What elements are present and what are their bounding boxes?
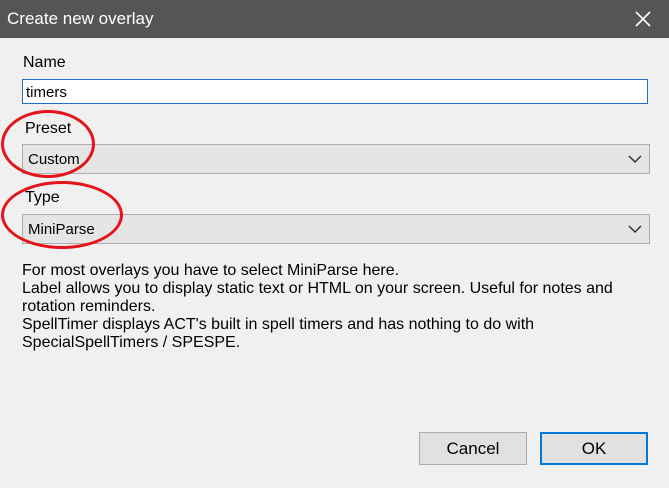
name-label: Name (23, 54, 66, 71)
title-bar: Create new overlay (0, 0, 669, 38)
chevron-down-icon (628, 225, 642, 234)
close-icon[interactable] (630, 6, 656, 32)
help-line: SpellTimer displays ACT's built in spell… (22, 316, 535, 333)
name-input[interactable] (22, 79, 648, 104)
ok-button[interactable]: OK (540, 432, 648, 465)
help-line: Label allows you to display static text … (22, 280, 613, 297)
window-title: Create new overlay (7, 9, 154, 28)
cancel-button[interactable]: Cancel (419, 432, 527, 465)
type-annotation-circle (1, 181, 123, 249)
chevron-down-icon (628, 155, 642, 164)
preset-annotation-circle (1, 110, 95, 178)
help-line: rotation reminders. (22, 298, 156, 315)
preset-dropdown[interactable]: Custom (22, 144, 650, 174)
help-text: For most overlays you have to select Min… (22, 262, 662, 352)
help-line: SpecialSpellTimers / SPESPE. (22, 334, 241, 351)
help-line: For most overlays you have to select Min… (22, 262, 400, 279)
